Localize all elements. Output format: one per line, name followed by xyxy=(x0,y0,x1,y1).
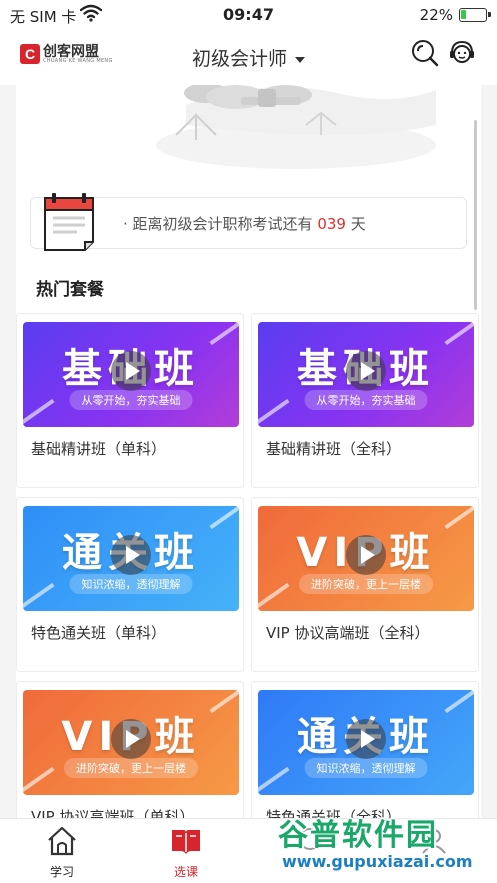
play-icon[interactable] xyxy=(111,535,151,576)
course-card[interactable]: 通关班 知识浓缩，透彻理解 特色通关班（单科） xyxy=(16,497,244,672)
play-icon[interactable] xyxy=(111,351,151,392)
banner-subtitle: 知识浓缩，透彻理解 xyxy=(304,758,428,778)
scrollbar[interactable] xyxy=(474,120,477,310)
course-banner: VIP班 进阶突破，更上一层楼 xyxy=(23,690,239,795)
app-header: C 创客网盟 CHUANG KE WANG MENG 初级会计师 xyxy=(0,30,497,85)
course-banner: VIP班 进阶突破，更上一层楼 xyxy=(258,506,474,611)
battery-icon xyxy=(459,8,491,22)
tab-course-label: 选课 xyxy=(173,865,198,879)
course-list-panel[interactable]: · 距离初级会计职称考试还有 039 天 热门套餐 基础班 从零开始，夯实基础 … xyxy=(16,85,481,818)
search-icon xyxy=(412,40,439,67)
course-title: 特色通关班（单科） xyxy=(31,624,167,642)
course-title: 基础精讲班（单科） xyxy=(31,440,167,458)
course-card[interactable]: 基础班 从零开始，夯实基础 基础精讲班（全科） xyxy=(251,313,479,488)
tab-study[interactable]: 学习 xyxy=(12,825,112,880)
course-title: VIP 协议高端班（全科） xyxy=(266,624,430,642)
course-card[interactable]: VIP班 进阶突破，更上一层楼 VIP 协议高端班（全科） xyxy=(251,497,479,672)
banner-subtitle: 进阶突破，更上一层楼 xyxy=(64,758,198,778)
course-banner: 基础班 从零开始，夯实基础 xyxy=(23,322,239,427)
site-watermark: 谷普软件园 www.gupuxiazai.com xyxy=(270,808,492,876)
calendar-icon xyxy=(41,190,103,258)
exam-selector-label: 初级会计师 xyxy=(191,48,287,70)
tab-study-label: 学习 xyxy=(49,865,74,879)
course-banner: 通关班 知识浓缩，透彻理解 xyxy=(23,506,239,611)
course-banner: 通关班 知识浓缩，透彻理解 xyxy=(258,690,474,795)
countdown-suffix: 天 xyxy=(350,215,366,233)
home-icon xyxy=(48,826,76,856)
watermark-text: 谷普软件园 xyxy=(278,818,438,853)
customer-service-button[interactable] xyxy=(447,38,477,68)
banner-subtitle: 知识浓缩，透彻理解 xyxy=(69,574,193,594)
banner-subtitle: 从零开始，夯实基础 xyxy=(304,390,428,410)
banner-subtitle: 进阶突破，更上一层楼 xyxy=(299,574,433,594)
countdown-text: · 距离初级会计职称考试还有 039 天 xyxy=(123,213,366,234)
banner-subtitle: 从零开始，夯实基础 xyxy=(69,390,193,410)
banner-illustration xyxy=(146,85,446,175)
play-icon[interactable] xyxy=(346,719,386,760)
course-banner: 基础班 从零开始，夯实基础 xyxy=(258,322,474,427)
caret-down-icon xyxy=(295,56,305,63)
book-icon xyxy=(172,830,200,854)
course-title: VIP 协议高端班（单科） xyxy=(31,808,195,818)
play-icon[interactable] xyxy=(346,535,386,576)
tab-course[interactable]: 选课 xyxy=(136,825,236,880)
search-button[interactable] xyxy=(410,38,440,68)
course-card[interactable]: VIP班 进阶突破，更上一层楼 VIP 协议高端班（单科） xyxy=(16,681,244,818)
battery-percent: 22% xyxy=(419,6,453,24)
status-bar: 无 SIM 卡 09:47 22% xyxy=(0,0,497,30)
countdown-prefix: · 距离初级会计职称考试还有 xyxy=(123,215,313,233)
exam-countdown: · 距离初级会计职称考试还有 039 天 xyxy=(30,193,467,251)
course-card[interactable]: 基础班 从零开始，夯实基础 基础精讲班（单科） xyxy=(16,313,244,488)
watermark-url: www.gupuxiazai.com xyxy=(282,852,473,871)
countdown-days: 039 xyxy=(317,215,346,233)
play-icon[interactable] xyxy=(111,719,151,760)
play-icon[interactable] xyxy=(346,351,386,392)
course-title: 基础精讲班（全科） xyxy=(266,440,402,458)
section-title: 热门套餐 xyxy=(36,280,104,300)
course-card[interactable]: 通关班 知识浓缩，透彻理解 特色通关班（全科） xyxy=(251,681,479,818)
customer-service-icon xyxy=(450,40,474,63)
